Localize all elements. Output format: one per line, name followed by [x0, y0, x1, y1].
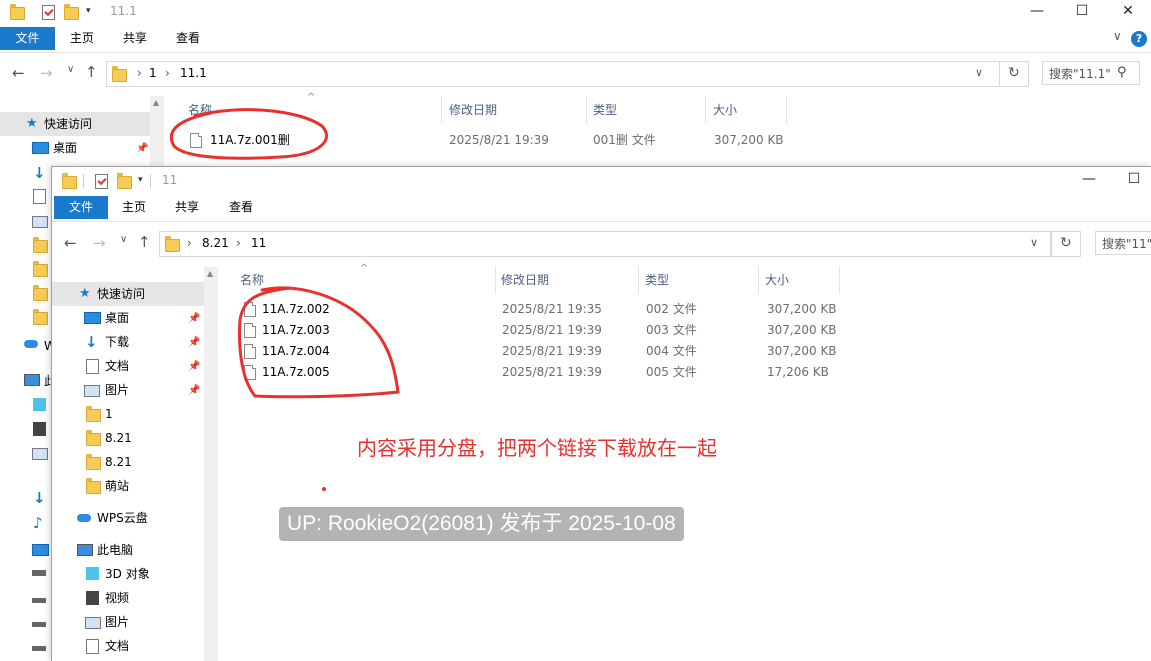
watermark: UP: RookieO2(26081) 发布于 2025-10-08 — [279, 507, 684, 541]
annotation-circle — [238, 286, 400, 491]
annotation-text: 内容采用分盘，把两个链接下载放在一起 — [357, 436, 717, 460]
